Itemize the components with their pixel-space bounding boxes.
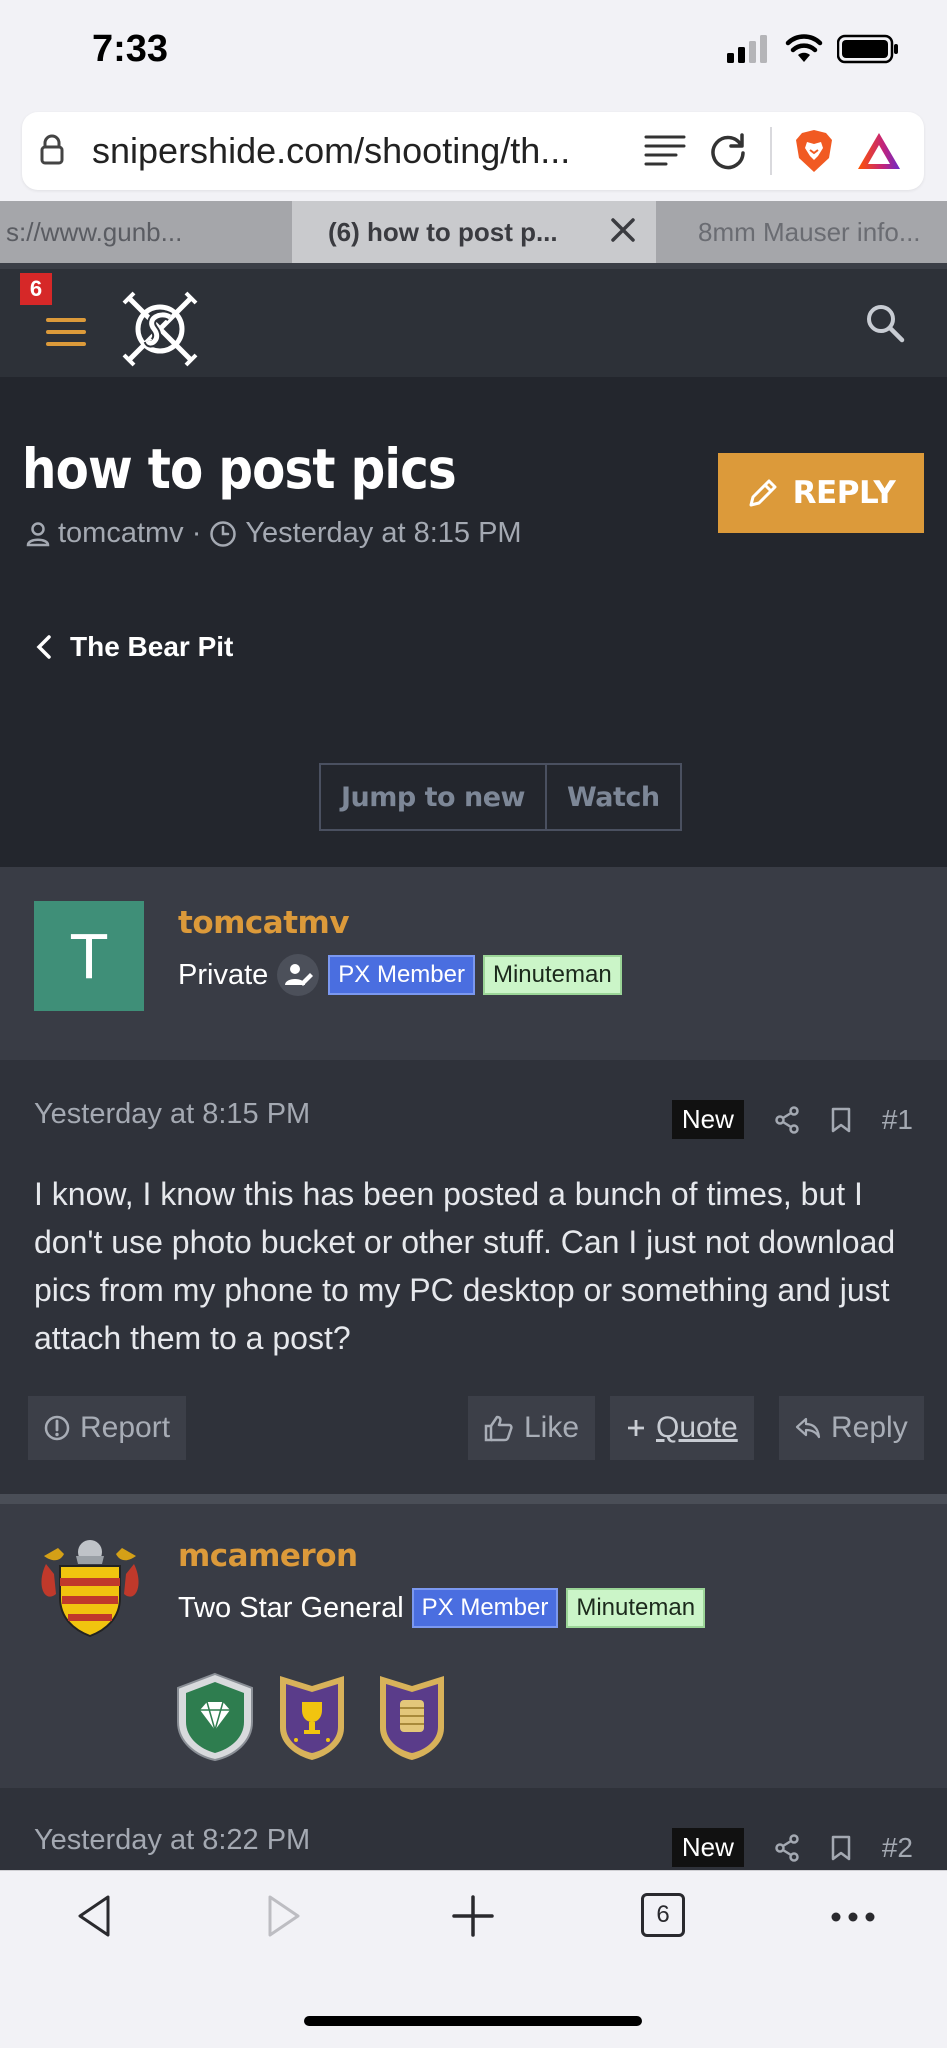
warning-icon bbox=[44, 1415, 70, 1441]
reply-button-label: REPLY bbox=[792, 475, 896, 511]
clock-icon bbox=[210, 520, 237, 547]
notification-badge: 6 bbox=[20, 273, 52, 305]
lock-icon bbox=[40, 134, 64, 165]
reader-mode-icon[interactable] bbox=[644, 134, 686, 168]
like-label: Like bbox=[524, 1411, 580, 1444]
tab-label: (6) how to post p... bbox=[328, 216, 558, 247]
thread-button-group: Jump to new Watch bbox=[319, 763, 682, 831]
user-icon bbox=[26, 521, 50, 546]
thread-date[interactable]: Yesterday at 8:15 PM bbox=[245, 517, 521, 550]
user-rank-row: Two Star General PX Member Minuteman bbox=[178, 1588, 706, 1628]
reply-arrow-icon bbox=[795, 1417, 821, 1439]
reload-icon[interactable] bbox=[708, 131, 748, 171]
thread-title: how to post pics bbox=[22, 437, 457, 501]
brave-rewards-icon[interactable] bbox=[856, 131, 902, 171]
minuteman-tag: Minuteman bbox=[482, 955, 622, 995]
back-icon[interactable] bbox=[74, 1893, 116, 1939]
reply-button[interactable]: REPLY bbox=[718, 453, 924, 533]
quote-button[interactable]: Quote bbox=[610, 1396, 754, 1460]
post-1-body: Yesterday at 8:15 PM New #1 I know, I kn… bbox=[0, 1060, 947, 1494]
brave-shields-icon[interactable] bbox=[794, 128, 834, 174]
share-icon[interactable] bbox=[774, 1105, 800, 1134]
thread-header: how to post pics tomcatmv · Yesterday at… bbox=[0, 377, 947, 867]
post-1-user-bar: T tomcatmv Private PX Member Minuteman bbox=[0, 867, 947, 1060]
new-badge: New bbox=[671, 1100, 744, 1139]
home-indicator bbox=[304, 2016, 642, 2026]
plus-icon bbox=[628, 1420, 644, 1436]
battery-icon bbox=[837, 34, 898, 64]
post-header-actions: New #1 bbox=[671, 1100, 913, 1139]
watch-button[interactable]: Watch bbox=[544, 765, 680, 829]
report-label: Report bbox=[80, 1411, 171, 1444]
site-header: 6 bbox=[0, 263, 947, 377]
bookmark-icon[interactable] bbox=[830, 1834, 852, 1862]
px-member-tag: PX Member bbox=[328, 955, 475, 995]
post-header-actions: New #2 bbox=[671, 1828, 913, 1867]
address-bar-actions bbox=[644, 126, 902, 176]
forward-icon bbox=[268, 1895, 300, 1937]
snipers-hide-logo[interactable] bbox=[120, 289, 200, 369]
breadcrumb[interactable]: The Bear Pit bbox=[36, 631, 233, 663]
chevron-left-icon bbox=[36, 635, 51, 659]
bookmark-icon[interactable] bbox=[830, 1106, 852, 1134]
user-rank: Private bbox=[178, 958, 269, 991]
tab-gunbroker[interactable]: s://www.gunb... bbox=[0, 201, 292, 263]
post-date[interactable]: Yesterday at 8:15 PM bbox=[34, 1098, 310, 1131]
user-rank-row: Private PX Member Minuteman bbox=[178, 953, 622, 997]
trophy-shield-icon[interactable] bbox=[276, 1672, 348, 1762]
px-member-tag: PX Member bbox=[411, 1588, 559, 1628]
menu-icon[interactable] bbox=[46, 317, 86, 347]
tab-mauser[interactable]: 8mm Mauser info... bbox=[656, 201, 947, 263]
address-bar[interactable]: snipershide.com/shooting/th... bbox=[22, 112, 924, 190]
pencil-icon bbox=[749, 479, 777, 507]
post-date[interactable]: Yesterday at 8:22 PM bbox=[34, 1824, 310, 1857]
post-reply-label: Reply bbox=[831, 1411, 908, 1444]
share-icon[interactable] bbox=[774, 1833, 800, 1862]
post-number[interactable]: #2 bbox=[882, 1832, 913, 1864]
tab-switcher-button[interactable]: 6 bbox=[641, 1893, 685, 1937]
status-time: 7:33 bbox=[92, 28, 169, 70]
new-tab-icon[interactable] bbox=[450, 1893, 496, 1939]
post-reply-button[interactable]: Reply bbox=[779, 1396, 924, 1460]
user-rank: Two Star General bbox=[178, 1591, 404, 1624]
more-menu-icon[interactable] bbox=[830, 1911, 876, 1923]
address-bar-area: snipershide.com/shooting/th... bbox=[0, 105, 947, 201]
verified-user-icon bbox=[277, 954, 320, 996]
like-button[interactable]: Like bbox=[468, 1396, 596, 1460]
meta-separator: · bbox=[191, 517, 202, 549]
post-message: I know, I know this has been posted a bu… bbox=[34, 1176, 896, 1356]
minuteman-tag: Minuteman bbox=[566, 1588, 706, 1628]
wifi-icon bbox=[785, 34, 823, 62]
cellular-signal-icon bbox=[727, 35, 767, 63]
tab-label: 8mm Mauser info... bbox=[698, 216, 921, 247]
post-2-user-bar: mcameron Two Star General PX Member Minu… bbox=[0, 1504, 947, 1788]
search-icon[interactable] bbox=[865, 303, 905, 343]
bronze-award-shield-icon[interactable] bbox=[376, 1672, 448, 1762]
tab-strip: s://www.gunb... (6) how to post p... 8mm… bbox=[0, 201, 947, 263]
post-username[interactable]: mcameron bbox=[178, 1538, 358, 1574]
thread-author[interactable]: tomcatmv bbox=[58, 517, 184, 550]
thread-meta: tomcatmv · Yesterday at 8:15 PM bbox=[26, 517, 522, 550]
close-tab-icon[interactable] bbox=[608, 215, 638, 245]
status-icons bbox=[727, 34, 899, 64]
post-2-body: Yesterday at 8:22 PM New #2 bbox=[0, 1788, 947, 1870]
report-button[interactable]: Report bbox=[28, 1396, 187, 1460]
tab-label: s://www.gunb... bbox=[6, 216, 183, 247]
address-bar-separator bbox=[770, 127, 772, 175]
breadcrumb-label: The Bear Pit bbox=[70, 631, 234, 662]
post-username[interactable]: tomcatmv bbox=[178, 905, 350, 941]
avatar[interactable] bbox=[36, 1534, 144, 1642]
jump-to-new-button[interactable]: Jump to new bbox=[321, 765, 545, 829]
post-number[interactable]: #1 bbox=[882, 1104, 913, 1136]
quote-label: Quote bbox=[656, 1411, 738, 1444]
tab-active[interactable]: (6) how to post p... bbox=[292, 201, 656, 263]
diamond-trophy-icon[interactable] bbox=[172, 1672, 258, 1762]
url-text[interactable]: snipershide.com/shooting/th... bbox=[92, 130, 622, 172]
avatar[interactable]: T bbox=[34, 901, 144, 1011]
new-badge: New bbox=[671, 1828, 744, 1867]
status-bar: 7:33 bbox=[0, 0, 947, 105]
post-divider bbox=[0, 1494, 947, 1504]
thumbs-up-icon bbox=[484, 1415, 513, 1442]
